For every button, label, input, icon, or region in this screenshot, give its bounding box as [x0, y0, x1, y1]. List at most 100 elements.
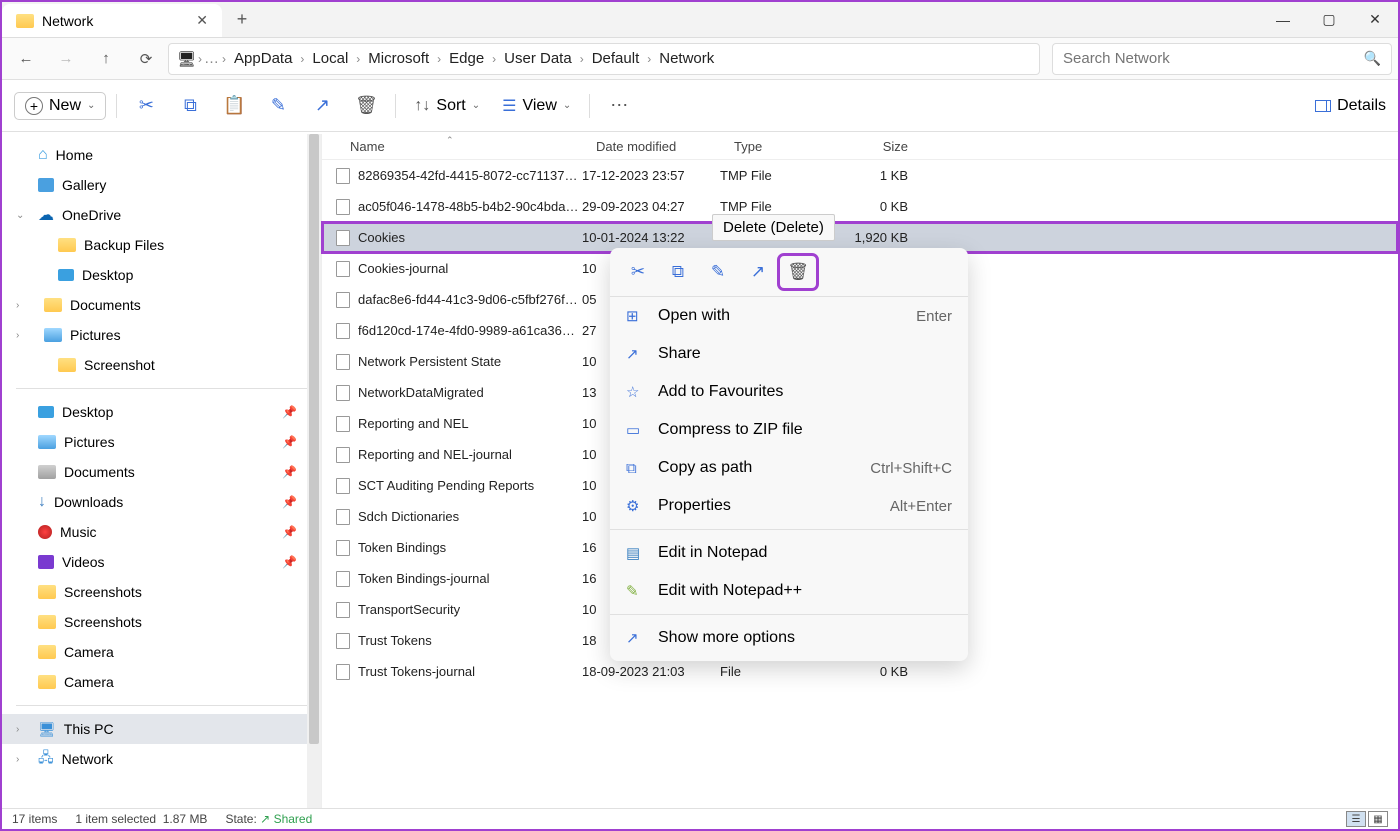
more-icon: ↗ [626, 629, 644, 647]
folder-icon [38, 615, 56, 629]
folder-icon [58, 358, 76, 372]
sidebar-item-pictures[interactable]: ›Pictures [2, 320, 321, 350]
ctx-compress[interactable]: ▭Compress to ZIP file [610, 411, 968, 449]
new-tab-button[interactable]: + [222, 2, 262, 37]
sidebar-scrollbar[interactable] [307, 134, 321, 808]
back-button[interactable]: ← [8, 43, 44, 75]
up-button[interactable]: ↑ [88, 43, 124, 75]
view-button[interactable]: ☰ View ⌄ [494, 96, 579, 116]
paste-button[interactable]: 📋 [215, 90, 253, 122]
close-window-button[interactable]: ✕ [1352, 2, 1398, 37]
sidebar-item-backup[interactable]: Backup Files [2, 230, 321, 260]
tab-network[interactable]: Network ✕ [2, 4, 222, 37]
chevron-right-icon[interactable]: › [16, 754, 19, 765]
sort-button[interactable]: ↑↓ Sort ⌄ [406, 97, 488, 115]
sidebar-item-screenshots2[interactable]: Screenshots [2, 607, 321, 637]
rename-button[interactable]: ✎ [259, 90, 297, 122]
chevron-right-icon[interactable]: › [16, 724, 19, 735]
sidebar-item-documents-pin[interactable]: Documents📌 [2, 457, 321, 487]
file-name: dafac8e6-fd44-41c3-9d06-c5fbf276f4d7.t..… [358, 292, 582, 307]
sidebar-item-thispc[interactable]: ›🖥This PC [2, 714, 321, 744]
share-button[interactable]: ↗ [303, 90, 341, 122]
ctx-edit-notepadpp[interactable]: ✎Edit with Notepad++ [610, 572, 968, 610]
sidebar-item-desktop[interactable]: Desktop [2, 260, 321, 290]
sidebar-item-home[interactable]: ⌂Home [2, 140, 321, 170]
column-date[interactable]: Date modified [582, 139, 720, 154]
scrollbar-thumb[interactable] [309, 134, 319, 744]
ctx-more-options[interactable]: ↗Show more options [610, 619, 968, 657]
ctx-open-with[interactable]: ⊞Open withEnter [610, 297, 968, 335]
breadcrumb-segment[interactable]: Microsoft [362, 50, 435, 67]
search-box[interactable]: 🔍 [1052, 43, 1392, 75]
cut-button[interactable]: ✂ [127, 90, 165, 122]
pin-icon: 📌 [282, 555, 297, 569]
minimize-button[interactable]: — [1260, 2, 1306, 37]
sidebar-item-screenshot[interactable]: Screenshot [2, 350, 321, 380]
forward-button[interactable]: → [48, 43, 84, 75]
breadcrumb[interactable]: 🖥 › … › AppData › Local › Microsoft › Ed… [168, 43, 1040, 75]
ctx-copy-button[interactable]: ⧉ [660, 256, 696, 288]
folder-icon [44, 298, 62, 312]
sidebar-item-label: OneDrive [62, 207, 121, 223]
share-icon: ↗ [626, 345, 644, 363]
sidebar-item-music[interactable]: Music📌 [2, 517, 321, 547]
maximize-button[interactable]: ▢ [1306, 2, 1352, 37]
sidebar-item-documents[interactable]: ›Documents [2, 290, 321, 320]
breadcrumb-segment[interactable]: AppData [228, 50, 298, 67]
ctx-edit-notepad[interactable]: ▤Edit in Notepad [610, 534, 968, 572]
more-button[interactable]: ⋯ [600, 95, 640, 116]
sidebar-item-videos[interactable]: Videos📌 [2, 547, 321, 577]
status-selected: 1 item selected [75, 812, 156, 826]
sidebar-item-screenshots[interactable]: Screenshots [2, 577, 321, 607]
ctx-share-button[interactable]: ↗ [740, 256, 776, 288]
list-view-button[interactable]: ☰ [1346, 811, 1366, 827]
sidebar-item-onedrive[interactable]: ⌄☁OneDrive [2, 200, 321, 230]
column-name[interactable]: Name⌃ [336, 139, 582, 154]
breadcrumb-segment[interactable]: Edge [443, 50, 490, 67]
search-icon[interactable]: 🔍 [1364, 50, 1381, 67]
breadcrumb-segment[interactable]: User Data [498, 50, 578, 67]
view-label: View [522, 97, 556, 115]
ctx-properties[interactable]: ⚙PropertiesAlt+Enter [610, 487, 968, 525]
delete-button[interactable]: 🗑 [347, 90, 385, 122]
ctx-rename-button[interactable]: ✎ [700, 256, 736, 288]
star-icon: ☆ [626, 383, 644, 401]
sidebar-item-gallery[interactable]: Gallery [2, 170, 321, 200]
chevron-right-icon[interactable]: › [16, 300, 19, 311]
sidebar-item-label: Screenshots [64, 614, 142, 630]
sidebar-item-desktop-pin[interactable]: Desktop📌 [2, 397, 321, 427]
chevron-down-icon[interactable]: ⌄ [16, 210, 24, 221]
details-pane-button[interactable]: Details [1315, 97, 1386, 115]
ctx-copy-path[interactable]: ⧉Copy as pathCtrl+Shift+C [610, 449, 968, 487]
search-input[interactable] [1063, 50, 1364, 67]
ctx-share[interactable]: ↗Share [610, 335, 968, 373]
sidebar-item-network[interactable]: ›🖧Network [2, 744, 321, 774]
breadcrumb-segment[interactable]: Local [306, 50, 354, 67]
file-row[interactable]: 82869354-42fd-4415-8072-cc71137bca6f...1… [322, 160, 1398, 191]
ellipsis-icon[interactable]: … [204, 50, 220, 67]
file-row[interactable]: ac05f046-1478-48b5-b4b2-90c4bdaa186...29… [322, 191, 1398, 222]
chevron-right-icon: › [300, 52, 304, 66]
file-name: Token Bindings [358, 540, 446, 555]
grid-view-button[interactable]: ▦ [1368, 811, 1388, 827]
column-type[interactable]: Type [720, 139, 836, 154]
sidebar-item-downloads[interactable]: ↓Downloads📌 [2, 487, 321, 517]
copy-button[interactable]: ⧉ [171, 90, 209, 122]
sidebar-item-label: Downloads [54, 494, 123, 510]
refresh-button[interactable]: ⟳ [128, 43, 164, 75]
file-icon [336, 199, 350, 215]
breadcrumb-segment[interactable]: Default [586, 50, 646, 67]
close-tab-icon[interactable]: ✕ [196, 12, 208, 29]
ctx-delete-button[interactable]: 🗑 [780, 256, 816, 288]
chevron-right-icon[interactable]: › [16, 330, 19, 341]
breadcrumb-segment[interactable]: Network [653, 50, 720, 67]
ctx-favourites[interactable]: ☆Add to Favourites [610, 373, 968, 411]
ctx-cut-button[interactable]: ✂ [620, 256, 656, 288]
sidebar-item-camera2[interactable]: Camera [2, 667, 321, 697]
sidebar-item-pictures-pin[interactable]: Pictures📌 [2, 427, 321, 457]
file-icon [336, 571, 350, 587]
column-size[interactable]: Size [836, 139, 918, 154]
new-button[interactable]: + New ⌄ [14, 92, 106, 120]
separator [16, 388, 307, 389]
sidebar-item-camera[interactable]: Camera [2, 637, 321, 667]
